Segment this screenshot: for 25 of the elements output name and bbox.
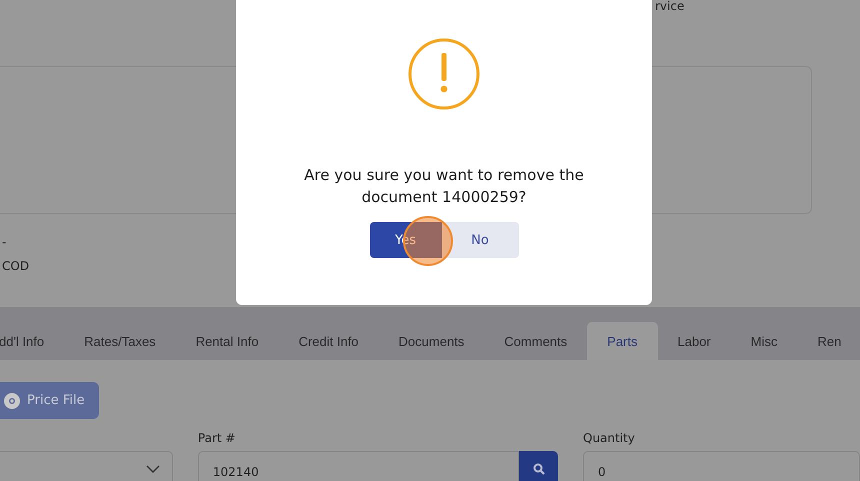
search-button[interactable] bbox=[519, 451, 558, 481]
tab[interactable]: Comments bbox=[484, 322, 588, 360]
dialog-message: Are you sure you want to remove the document 14000259? bbox=[303, 165, 585, 208]
tab[interactable]: Documents bbox=[378, 322, 484, 360]
info-text: - bbox=[2, 234, 6, 250]
search-icon bbox=[532, 463, 544, 475]
no-button[interactable]: No bbox=[442, 222, 518, 258]
tab[interactable]: Rates/Taxes bbox=[64, 322, 176, 360]
price-file-button[interactable]: Price File bbox=[0, 382, 99, 419]
field-label: Part # bbox=[198, 432, 236, 445]
tab[interactable]: Rental Info bbox=[176, 322, 279, 360]
tab[interactable]: Misc bbox=[730, 322, 798, 360]
select-field[interactable] bbox=[0, 451, 173, 481]
warning-icon bbox=[408, 38, 480, 110]
tab[interactable]: Ren bbox=[797, 322, 860, 360]
disc-icon bbox=[4, 392, 20, 408]
info-text: COD bbox=[2, 258, 30, 274]
heading-text: rvice bbox=[655, 0, 686, 12]
field-label: Quantity bbox=[583, 432, 635, 445]
tab[interactable]: Parts bbox=[587, 322, 658, 360]
tab[interactable]: Labor bbox=[658, 322, 731, 360]
tab[interactable]: Credit Info bbox=[278, 322, 379, 360]
chevron-icon bbox=[146, 465, 160, 473]
quantity-field[interactable]: 0 bbox=[583, 451, 860, 481]
part-number-field[interactable]: 102140 bbox=[198, 451, 519, 481]
